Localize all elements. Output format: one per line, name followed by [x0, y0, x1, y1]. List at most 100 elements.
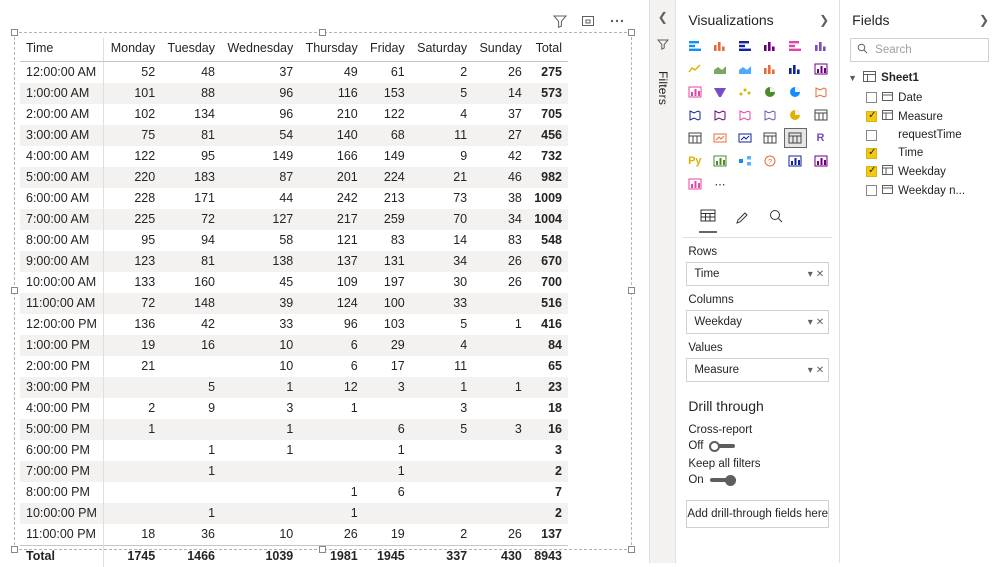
matrix-row-header[interactable]: 6:00:00 PM: [20, 440, 104, 461]
matrix-cell[interactable]: 210: [299, 104, 363, 125]
matrix-cell[interactable]: 16: [161, 335, 221, 356]
focus-mode-icon[interactable]: [581, 14, 595, 30]
more-options-icon[interactable]: [609, 14, 625, 30]
matrix-cell[interactable]: [411, 503, 473, 524]
matrix-cell[interactable]: [473, 482, 528, 503]
matrix-cell[interactable]: 6: [364, 419, 411, 440]
resize-handle-bottom-right[interactable]: [628, 546, 635, 553]
shape-map-icon[interactable]: [734, 105, 757, 125]
resize-handle-top-left[interactable]: [11, 29, 18, 36]
matrix-cell[interactable]: 11: [411, 356, 473, 377]
matrix-cell[interactable]: [104, 377, 161, 398]
chevron-right-icon-fields[interactable]: ❯: [979, 13, 989, 27]
field-checkbox[interactable]: [866, 185, 877, 196]
matrix-cell[interactable]: 19: [104, 335, 161, 356]
matrix-table[interactable]: TimeMondayTuesdayWednesdayThursdayFriday…: [20, 38, 568, 567]
line-stacked-column-icon[interactable]: [759, 59, 782, 79]
line-chart-icon[interactable]: [683, 59, 706, 79]
qna-icon[interactable]: ?: [759, 151, 782, 171]
matrix-cell[interactable]: [473, 440, 528, 461]
matrix-row-header[interactable]: 12:00:00 PM: [20, 314, 104, 335]
matrix-cell[interactable]: 1: [299, 482, 363, 503]
matrix-cell[interactable]: 4: [411, 104, 473, 125]
remove-field-icon-columns[interactable]: ✕: [816, 317, 824, 328]
matrix-cell[interactable]: [299, 419, 363, 440]
keep-all-filters-toggle[interactable]: [710, 475, 738, 486]
matrix-cell[interactable]: 33: [221, 314, 299, 335]
matrix-column-header[interactable]: Monday: [104, 38, 161, 62]
matrix-row-header[interactable]: 10:00:00 AM: [20, 272, 104, 293]
matrix-cell[interactable]: 6: [299, 356, 363, 377]
matrix-cell[interactable]: 220: [104, 167, 161, 188]
well-columns[interactable]: Weekday ▾ ✕: [686, 310, 829, 334]
matrix-cell[interactable]: 7: [528, 482, 568, 503]
matrix-cell[interactable]: 2: [528, 503, 568, 524]
matrix-cell[interactable]: 1: [161, 440, 221, 461]
matrix-cell[interactable]: 548: [528, 230, 568, 251]
gauge-icon[interactable]: [784, 105, 807, 125]
matrix-cell[interactable]: 73: [411, 188, 473, 209]
matrix-cell[interactable]: 19: [364, 524, 411, 546]
matrix-cell[interactable]: [104, 482, 161, 503]
matrix-column-header[interactable]: Time: [20, 38, 104, 62]
resize-handle-middle-right[interactable]: [628, 287, 635, 294]
key-influencers-icon[interactable]: [708, 151, 731, 171]
matrix-cell[interactable]: [473, 461, 528, 482]
field-item[interactable]: Time: [840, 144, 999, 162]
matrix-cell[interactable]: 160: [161, 272, 221, 293]
field-item[interactable]: Weekday n...: [840, 181, 999, 200]
matrix-column-header[interactable]: Thursday: [299, 38, 363, 62]
matrix-row-header[interactable]: 11:00:00 AM: [20, 293, 104, 314]
stacked-area-chart-icon[interactable]: [734, 59, 757, 79]
matrix-cell[interactable]: 37: [473, 104, 528, 125]
matrix-cell[interactable]: 9: [411, 146, 473, 167]
matrix-total-row[interactable]: Total174514661039198119453374308943: [20, 546, 568, 567]
matrix-cell[interactable]: 58: [221, 230, 299, 251]
matrix-cell[interactable]: 48: [161, 62, 221, 84]
matrix-cell[interactable]: 26: [473, 272, 528, 293]
chevron-right-icon[interactable]: ❯: [819, 13, 829, 27]
matrix-cell[interactable]: 65: [528, 356, 568, 377]
matrix-cell[interactable]: [473, 293, 528, 314]
field-checkbox[interactable]: [866, 148, 877, 159]
matrix-cell[interactable]: [411, 440, 473, 461]
field-checkbox[interactable]: [866, 166, 877, 177]
field-checkbox[interactable]: [866, 111, 877, 122]
matrix-cell[interactable]: [161, 356, 221, 377]
matrix-cell[interactable]: 213: [364, 188, 411, 209]
table-row[interactable]: 5:00:00 PM1165316: [20, 419, 568, 440]
get-more-visuals-icon[interactable]: ⋯: [708, 174, 731, 194]
matrix-cell[interactable]: 29: [364, 335, 411, 356]
matrix-cell[interactable]: 224: [364, 167, 411, 188]
table-row[interactable]: 11:00:00 AM721483912410033516: [20, 293, 568, 314]
matrix-cell[interactable]: 72: [104, 293, 161, 314]
matrix-cell[interactable]: 228: [104, 188, 161, 209]
table-row[interactable]: 5:00:00 AM220183872012242146982: [20, 167, 568, 188]
matrix-cell[interactable]: 46: [473, 167, 528, 188]
matrix-cell[interactable]: 3: [364, 377, 411, 398]
matrix-cell[interactable]: 81: [161, 251, 221, 272]
matrix-cell[interactable]: 81: [161, 125, 221, 146]
stacked-column-chart-icon[interactable]: [708, 36, 731, 56]
tab-format[interactable]: [733, 208, 751, 233]
matrix-cell[interactable]: 982: [528, 167, 568, 188]
matrix-cell[interactable]: 21: [411, 167, 473, 188]
matrix-cell[interactable]: 137: [299, 251, 363, 272]
matrix-row-header[interactable]: 2:00:00 AM: [20, 104, 104, 125]
matrix-cell[interactable]: 87: [221, 167, 299, 188]
matrix-cell[interactable]: 11: [411, 125, 473, 146]
matrix-cell[interactable]: 68: [364, 125, 411, 146]
matrix-cell[interactable]: 516: [528, 293, 568, 314]
matrix-cell[interactable]: 705: [528, 104, 568, 125]
matrix-cell[interactable]: [221, 461, 299, 482]
matrix-cell[interactable]: 9: [161, 398, 221, 419]
tab-fields[interactable]: [699, 208, 717, 233]
r-script-visual-icon[interactable]: R: [809, 128, 832, 148]
matrix-cell[interactable]: 54: [221, 125, 299, 146]
field-item[interactable]: Measure: [840, 107, 999, 126]
matrix-cell[interactable]: 34: [411, 251, 473, 272]
matrix-cell[interactable]: 133: [104, 272, 161, 293]
table-row[interactable]: 12:00:00 AM5248374961226275: [20, 62, 568, 84]
matrix-cell[interactable]: 10: [221, 335, 299, 356]
matrix-row-header[interactable]: 3:00:00 AM: [20, 125, 104, 146]
